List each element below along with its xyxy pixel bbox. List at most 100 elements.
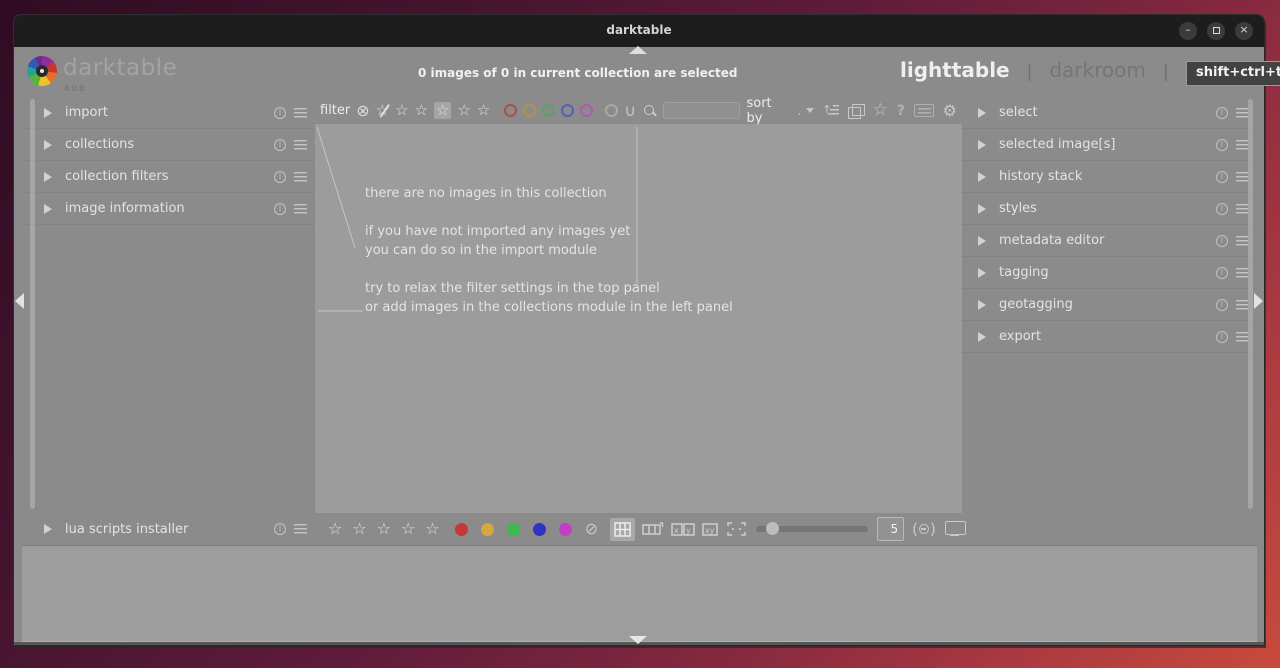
filemanager-view-button[interactable] — [610, 518, 635, 541]
expand-arrow-icon[interactable] — [44, 172, 52, 182]
module-image-information[interactable]: image information i — [22, 193, 315, 225]
module-geotagging[interactable]: geotagging i — [962, 289, 1257, 321]
slider-handle[interactable] — [766, 522, 779, 535]
rate-star-4[interactable]: ☆ — [401, 521, 415, 537]
star-filter-4[interactable]: ☆ — [457, 103, 470, 118]
color-label-purple-icon[interactable] — [559, 523, 572, 536]
color-filter-green-icon[interactable] — [542, 104, 555, 117]
color-label-green-icon[interactable] — [507, 523, 520, 536]
reset-icon[interactable]: i — [274, 203, 286, 215]
lighttable-grid-area[interactable]: there are no images in this collection i… — [315, 124, 962, 513]
color-filter-union-icon[interactable]: ∪ — [624, 103, 636, 119]
thumbnails-per-row-input[interactable]: 5 — [877, 517, 904, 541]
reset-icon[interactable]: i — [1216, 139, 1228, 151]
rate-star-2[interactable]: ☆ — [352, 521, 366, 537]
module-history-stack[interactable]: history stack i — [962, 161, 1257, 193]
rate-star-5[interactable]: ☆ — [425, 521, 439, 537]
reset-icon[interactable]: i — [274, 107, 286, 119]
collapse-bottom-panel-arrow-icon[interactable] — [629, 636, 647, 644]
expand-arrow-icon[interactable] — [978, 236, 986, 246]
presets-menu-icon[interactable] — [294, 204, 307, 214]
module-lua-scripts-installer[interactable]: lua scripts installer i — [22, 513, 315, 545]
collapse-top-panel-arrow-icon[interactable] — [629, 46, 647, 54]
module-collection-filters[interactable]: collection filters i — [22, 161, 315, 193]
expand-arrow-icon[interactable] — [44, 108, 52, 118]
clear-color-label-icon[interactable]: ⊘ — [585, 521, 598, 537]
overlays-star-icon[interactable]: ☆ — [873, 102, 888, 119]
focus-detection-button[interactable]: ( ) — [912, 520, 936, 538]
module-collections[interactable]: collections i — [22, 129, 315, 161]
zoomable-lighttable-button[interactable] — [642, 522, 664, 537]
expand-arrow-icon[interactable] — [978, 332, 986, 342]
color-filter-gray-icon[interactable] — [605, 104, 618, 117]
module-import[interactable]: import i — [22, 97, 315, 129]
expand-arrow-icon[interactable] — [978, 172, 986, 182]
reset-icon[interactable]: i — [1216, 299, 1228, 311]
star-filter-2[interactable]: ☆ — [415, 103, 428, 118]
reset-icon[interactable]: i — [1216, 107, 1228, 119]
expand-arrow-icon[interactable] — [978, 268, 986, 278]
search-input[interactable] — [663, 102, 740, 119]
module-selected-images[interactable]: selected image[s] i — [962, 129, 1257, 161]
reject-filter-icon[interactable]: ⊗ — [356, 103, 369, 119]
reset-icon[interactable]: i — [1216, 203, 1228, 215]
rate-star-1[interactable]: ☆ — [328, 521, 342, 537]
color-filter-red-icon[interactable] — [504, 104, 517, 117]
presets-menu-icon[interactable] — [294, 108, 307, 118]
close-button[interactable]: × — [1235, 22, 1253, 40]
reset-icon[interactable]: i — [1216, 267, 1228, 279]
sort-field-dropdown[interactable]: . — [797, 104, 814, 118]
reset-icon[interactable]: i — [1216, 171, 1228, 183]
right-panel-scrollbar[interactable] — [1248, 99, 1253, 509]
expand-arrow-icon[interactable] — [978, 300, 986, 310]
titlebar[interactable]: darktable – × — [14, 15, 1264, 47]
reset-icon[interactable]: i — [274, 171, 286, 183]
reset-icon[interactable]: i — [274, 139, 286, 151]
maximize-button[interactable] — [1207, 22, 1225, 40]
thumbnail-zoom-slider[interactable] — [756, 526, 868, 532]
search-icon[interactable] — [642, 103, 657, 118]
help-icon[interactable]: ? — [897, 103, 905, 119]
color-label-red-icon[interactable] — [455, 523, 468, 536]
reset-icon[interactable]: i — [274, 523, 286, 535]
expand-arrow-icon[interactable] — [978, 204, 986, 214]
culling-dynamic-view-button[interactable]: xy — [702, 522, 720, 537]
module-styles[interactable]: styles i — [962, 193, 1257, 225]
shortcuts-keyboard-icon[interactable] — [914, 104, 934, 117]
sort-direction-icon[interactable] — [823, 104, 839, 117]
color-filter-purple-icon[interactable] — [580, 104, 593, 117]
expand-arrow-icon[interactable] — [978, 140, 986, 150]
presets-menu-icon[interactable] — [294, 140, 307, 150]
culling-fixed-view-button[interactable]: x y — [671, 522, 695, 537]
left-panel-scrollbar[interactable] — [30, 99, 35, 509]
grouping-icon[interactable] — [848, 104, 864, 118]
reset-icon[interactable]: i — [1216, 235, 1228, 247]
expand-arrow-icon[interactable] — [44, 524, 52, 534]
tab-darkroom[interactable]: darkroom — [1049, 58, 1146, 82]
presets-menu-icon[interactable] — [294, 172, 307, 182]
timeline-area[interactable] — [22, 545, 1257, 642]
color-label-blue-icon[interactable] — [533, 523, 546, 536]
tab-lighttable[interactable]: lighttable — [900, 58, 1010, 82]
full-preview-button[interactable] — [727, 522, 746, 536]
collapse-right-panel-arrow-icon[interactable] — [1254, 293, 1263, 309]
unstarred-filter-icon[interactable]: ☆ — [376, 103, 389, 118]
reset-icon[interactable]: i — [1216, 331, 1228, 343]
color-filter-blue-icon[interactable] — [561, 104, 574, 117]
module-select[interactable]: select i — [962, 97, 1257, 129]
expand-arrow-icon[interactable] — [978, 108, 986, 118]
rate-star-3[interactable]: ☆ — [377, 521, 391, 537]
minimize-button[interactable]: – — [1179, 22, 1197, 40]
module-metadata-editor[interactable]: metadata editor i — [962, 225, 1257, 257]
expand-arrow-icon[interactable] — [44, 204, 52, 214]
expand-arrow-icon[interactable] — [44, 140, 52, 150]
module-export[interactable]: export i — [962, 321, 1257, 353]
color-label-yellow-icon[interactable] — [481, 523, 494, 536]
collapse-left-panel-arrow-icon[interactable] — [15, 293, 24, 309]
star-filter-1[interactable]: ☆ — [395, 103, 408, 118]
color-filter-yellow-icon[interactable] — [523, 104, 536, 117]
presets-menu-icon[interactable] — [294, 524, 307, 534]
star-filter-5[interactable]: ☆ — [477, 103, 490, 118]
display-profile-button[interactable] — [945, 521, 964, 537]
preferences-gear-icon[interactable]: ⚙ — [943, 103, 957, 119]
